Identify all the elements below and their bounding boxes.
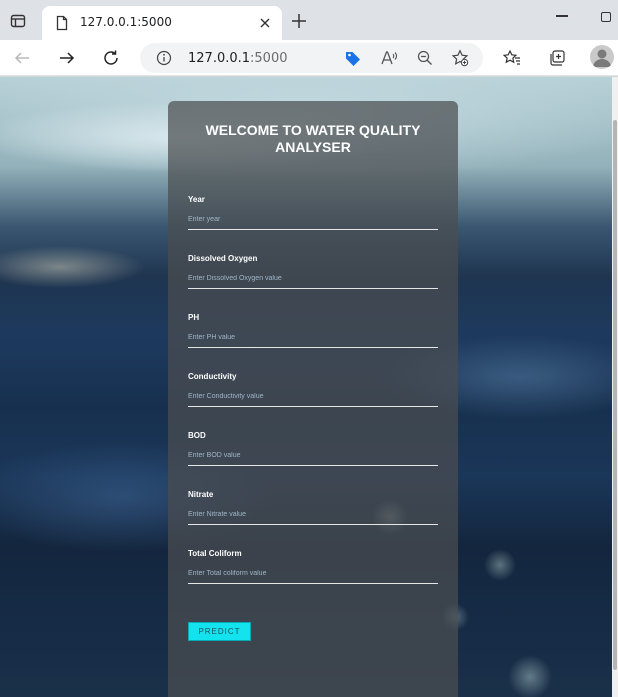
- tab-actions-icon[interactable]: [8, 11, 28, 31]
- bod-input[interactable]: [188, 446, 438, 466]
- minimize-icon[interactable]: [556, 15, 568, 17]
- page-icon: [54, 15, 70, 31]
- total-coliform-field: Total Coliform: [188, 549, 438, 584]
- water-quality-form: WELCOME TO WATER QUALITY ANALYSER Year D…: [168, 101, 458, 697]
- info-icon[interactable]: [156, 50, 172, 66]
- year-label: Year: [188, 195, 205, 204]
- bod-label: BOD: [188, 431, 206, 440]
- new-tab-icon[interactable]: [288, 10, 310, 32]
- conductivity-label: Conductivity: [188, 372, 237, 381]
- dissolved-oxygen-input[interactable]: [188, 269, 438, 289]
- maximize-icon[interactable]: [601, 12, 611, 22]
- conductivity-field: Conductivity: [188, 372, 438, 407]
- nitrate-field: Nitrate: [188, 490, 438, 525]
- zoom-out-icon[interactable]: [416, 49, 434, 67]
- collections-icon[interactable]: [545, 46, 569, 70]
- favorites-icon[interactable]: [500, 46, 524, 70]
- ph-label: PH: [188, 313, 200, 322]
- total-coliform-input[interactable]: [188, 564, 438, 584]
- back-icon[interactable]: [10, 46, 34, 70]
- ph-field: PH: [188, 313, 438, 348]
- conductivity-input[interactable]: [188, 387, 438, 407]
- year-input[interactable]: [188, 210, 438, 230]
- dissolved-oxygen-label: Dissolved Oxygen: [188, 254, 258, 263]
- tab-bar: 127.0.0.1:5000: [0, 0, 618, 40]
- close-icon[interactable]: [256, 14, 274, 32]
- page-background: WELCOME TO WATER QUALITY ANALYSER Year D…: [0, 77, 612, 697]
- scrollbar-thumb[interactable]: [613, 120, 617, 670]
- dissolved-oxygen-field: Dissolved Oxygen: [188, 254, 438, 289]
- nitrate-label: Nitrate: [188, 490, 214, 499]
- bod-field: BOD: [188, 431, 438, 466]
- predict-button[interactable]: PREDICT: [188, 622, 251, 641]
- nitrate-input[interactable]: [188, 505, 438, 525]
- year-field: Year: [188, 195, 438, 230]
- ph-input[interactable]: [188, 328, 438, 348]
- total-coliform-label: Total Coliform: [188, 549, 242, 558]
- profile-avatar-icon[interactable]: [590, 45, 614, 69]
- browser-toolbar: 127.0.0.1:5000: [0, 40, 618, 76]
- browser-tab[interactable]: 127.0.0.1:5000: [42, 6, 282, 40]
- url-port: :5000: [250, 51, 288, 66]
- refresh-icon[interactable]: [99, 46, 123, 70]
- tag-icon[interactable]: [344, 49, 362, 67]
- url-text: 127.0.0.1:5000: [188, 51, 288, 66]
- read-aloud-icon[interactable]: [380, 49, 398, 67]
- add-favorite-icon[interactable]: [451, 49, 469, 67]
- form-title: WELCOME TO WATER QUALITY ANALYSER: [205, 122, 421, 155]
- tab-title: 127.0.0.1:5000: [80, 15, 172, 29]
- address-bar[interactable]: 127.0.0.1:5000: [140, 43, 483, 73]
- url-host: 127.0.0.1: [188, 51, 251, 66]
- forward-icon[interactable]: [55, 46, 79, 70]
